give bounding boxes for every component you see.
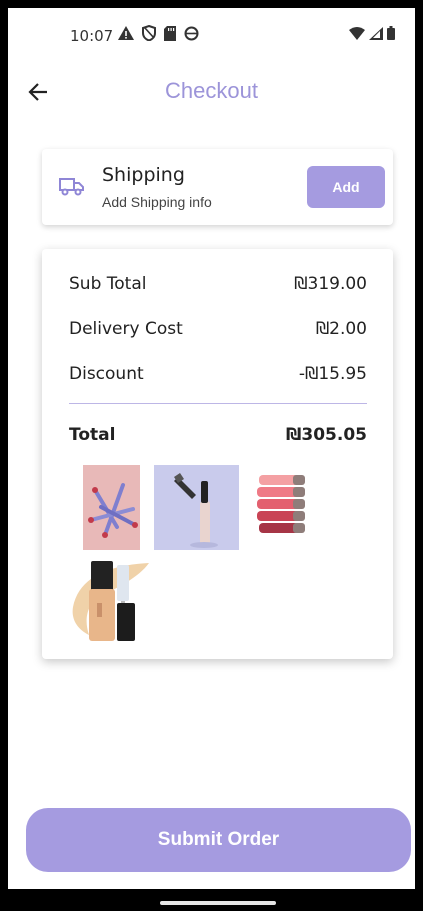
shield-icon (142, 25, 156, 41)
subtotal-label: Sub Total (69, 274, 147, 294)
discount-value: -₪15.95 (298, 364, 367, 384)
navigation-bar (8, 889, 415, 911)
delivery-cost-label: Delivery Cost (69, 319, 183, 339)
alert-triangle-icon (118, 26, 134, 40)
delivery-cost-row: Delivery Cost ₪2.00 (69, 319, 367, 339)
submit-order-button[interactable]: Submit Order (26, 808, 411, 872)
status-time: 10:07 (70, 27, 114, 45)
notification-icons (118, 25, 199, 41)
wifi-icon (349, 26, 365, 40)
mascara-image[interactable] (154, 465, 239, 550)
home-indicator[interactable] (160, 901, 276, 905)
page-title: Checkout (165, 78, 258, 103)
shipping-card: Shipping Add Shipping info Add (42, 149, 393, 225)
foundation-concealer-image[interactable] (69, 557, 154, 645)
total-value: ₪305.05 (286, 425, 367, 445)
battery-icon (387, 26, 395, 40)
phone-screen: 10:07 Checkout Shipping Add Shipping inf… (0, 0, 423, 911)
truck-icon (59, 178, 84, 196)
order-summary-card: Sub Total ₪319.00 Delivery Cost ₪2.00 Di… (42, 249, 393, 659)
status-bar: 10:07 (8, 8, 415, 56)
checkout-screen: 10:07 Checkout Shipping Add Shipping inf… (8, 8, 415, 889)
discount-row: Discount -₪15.95 (69, 364, 367, 384)
add-shipping-button[interactable]: Add (307, 166, 385, 208)
subtotal-value: ₪319.00 (294, 274, 367, 294)
shipping-title: Shipping (102, 164, 185, 186)
delivery-cost-value: ₪2.00 (315, 319, 367, 339)
total-row: Total ₪305.05 (69, 425, 367, 445)
system-icons (349, 26, 395, 40)
lipstick-stack-image[interactable] (253, 471, 313, 541)
discount-label: Discount (69, 364, 144, 384)
sd-card-icon (164, 25, 176, 41)
total-label: Total (69, 425, 116, 445)
lip-liner-pencils-image[interactable] (83, 465, 140, 550)
shipping-subtitle: Add Shipping info (102, 194, 212, 210)
signal-icon (369, 26, 383, 40)
subtotal-row: Sub Total ₪319.00 (69, 274, 367, 294)
summary-divider (69, 403, 367, 404)
circle-icon (184, 26, 199, 40)
